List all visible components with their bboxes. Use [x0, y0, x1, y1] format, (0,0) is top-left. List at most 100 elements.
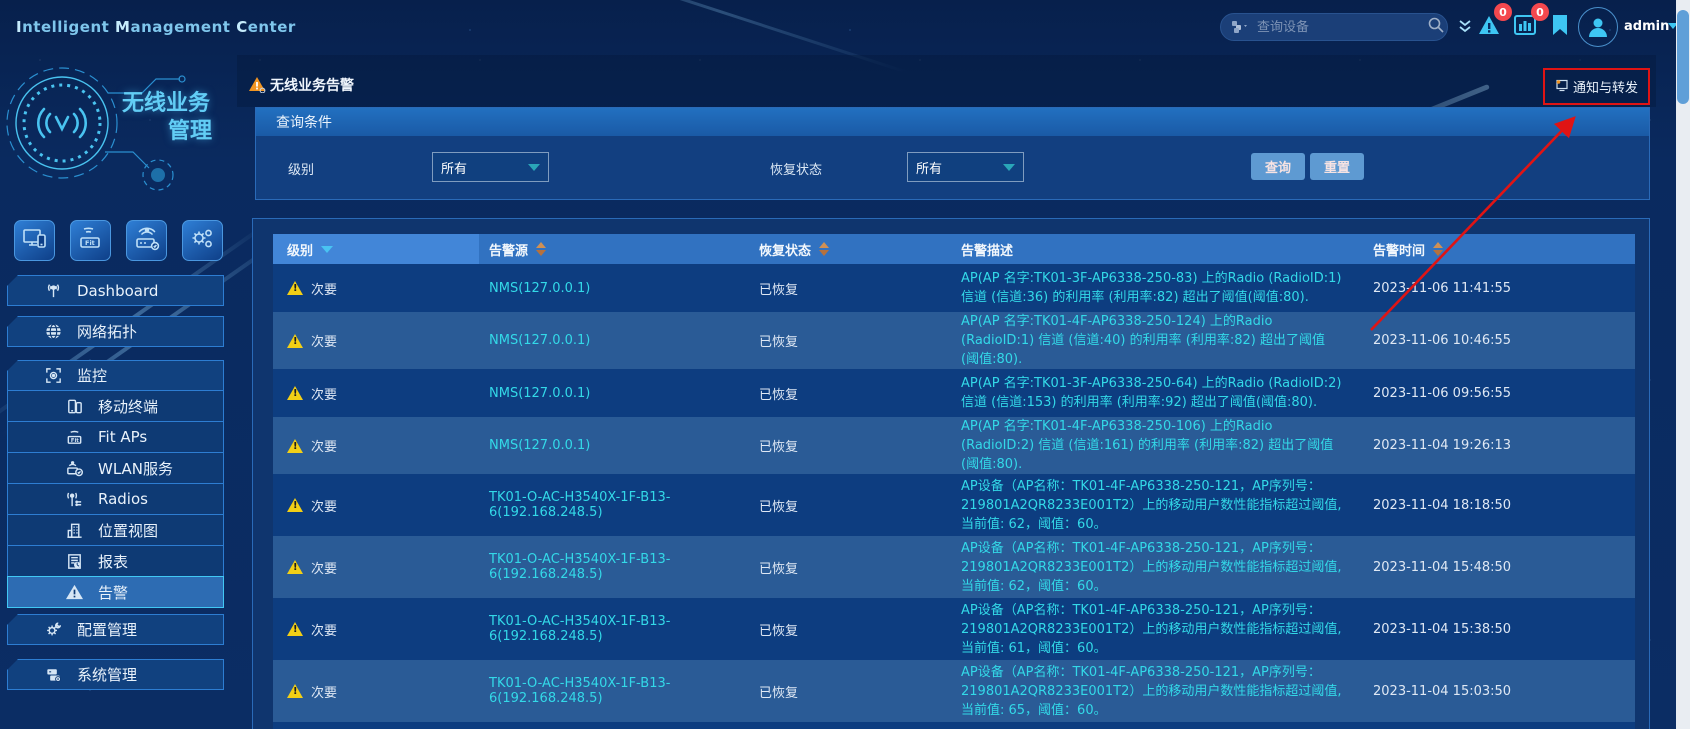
collapse-chevrons-icon[interactable] — [1457, 19, 1473, 39]
table-row: 次要 NMS(127.0.0.1) 已恢复 AP(AP 名字:TK01-4F-AP63… — [273, 417, 1635, 474]
cell-level: 次要 — [273, 264, 479, 312]
cell-recovery-status-text: 已恢复 — [759, 623, 799, 639]
cell-time: 2023-11-04 19:26:13 — [1361, 417, 1635, 474]
tile-terminal-devices-icon[interactable] — [14, 220, 55, 261]
sort-toggle-icon[interactable] — [1433, 242, 1444, 256]
cell-source-text[interactable]: NMS(127.0.0.1) — [489, 386, 590, 401]
cell-source-text[interactable]: TK01-O-AC-H3540X-1F-B13-6(192.168.248.5) — [489, 552, 751, 582]
level-text: 次要 — [311, 623, 338, 639]
cell-source-text[interactable]: TK01-O-AC-H3540X-1F-B13-6(192.168.248.5) — [489, 614, 751, 644]
sidebar-item-wlan服务[interactable]: WLAN服务 — [7, 452, 224, 484]
cell-recovery-status: 已恢复 — [751, 312, 956, 369]
sidebar-item-报表[interactable]: 报表 — [7, 545, 224, 577]
cell-description-text[interactable]: AP设备（AP名称：TK01-4F-AP6338-250-121，AP序列号：2… — [961, 477, 1343, 534]
minor-alarm-icon — [287, 498, 303, 512]
sidebar-item-网络拓扑[interactable]: 网络拓扑 — [7, 316, 224, 347]
sort-toggle-icon[interactable] — [536, 242, 547, 256]
cell-description-text[interactable]: AP设备（AP名称：TK01-4F-AP6338-250-121，AP序列号：2… — [961, 663, 1343, 720]
sidebar-item-label: 告警 — [98, 583, 129, 602]
search-icon[interactable] — [1427, 16, 1445, 38]
search-scope-icon[interactable] — [1231, 20, 1249, 34]
cell-time: 2023-11-04 15:38:50 — [1361, 598, 1635, 660]
cell-description-text[interactable]: AP(AP 名字:TK01-4F-AP6338-250-124) 上的Radio… — [961, 312, 1343, 369]
tile-fit-ap-tile-icon[interactable]: Fit — [70, 220, 111, 261]
location-view-icon — [64, 521, 84, 540]
column-header-label: 告警源 — [489, 243, 529, 259]
cell-level: 次要 — [273, 536, 479, 598]
admin-menu[interactable]: admin — [1624, 19, 1669, 34]
cell-description-text[interactable]: AP设备（AP名称：TK01-4F-AP6338-250-121，AP序列号：2… — [961, 539, 1343, 596]
sidebar-item-配置管理[interactable]: 配置管理 — [7, 614, 224, 645]
sidebar-item-label: 系统管理 — [77, 666, 138, 684]
cell-time: 2023-11-06 09:56:55 — [1361, 369, 1635, 417]
cell-source-text[interactable]: NMS(127.0.0.1) — [489, 281, 590, 296]
cell-source-text[interactable]: TK01-O-AC-H3540X-1F-B13-6(192.168.248.5) — [489, 490, 751, 520]
level-text: 次要 — [311, 685, 338, 701]
level-select[interactable]: 所有 — [432, 152, 549, 182]
minor-alarm-icon — [287, 622, 303, 636]
reset-button[interactable]: 重置 — [1310, 153, 1365, 180]
cell-time-text: 2023-11-06 09:56:55 — [1373, 385, 1512, 401]
cell-description-text[interactable]: AP(AP 名字:TK01-4F-AP6338-250-106) 上的Radio… — [961, 417, 1343, 474]
tile-wlan-device-tile-icon[interactable] — [126, 220, 167, 261]
table-row: 次要 NMS(127.0.0.1) 已恢复 AP(AP 名字:TK01-4F-AP63… — [273, 312, 1635, 369]
minor-alarm-icon — [287, 281, 303, 295]
cell-source-text[interactable]: TK01-O-AC-H3540X-1F-B13-6(192.168.248.5) — [489, 676, 751, 706]
report-icon — [64, 552, 84, 571]
tile-settings-gears-icon[interactable] — [182, 220, 223, 261]
sidebar-item-移动终端[interactable]: 移动终端 — [7, 390, 224, 422]
sidebar-item-radios[interactable]: Radios — [7, 483, 224, 515]
device-search[interactable] — [1220, 13, 1448, 41]
sidebar-item-系统管理[interactable]: 系统管理 — [7, 659, 224, 690]
brand-title: Intelligent Management Center — [16, 18, 296, 36]
level-text: 次要 — [311, 335, 338, 350]
cell-level: 次要 — [273, 417, 479, 474]
cell-source-text[interactable]: NMS(127.0.0.1) — [489, 438, 590, 453]
notify-forward-button[interactable]: 通知与转发 — [1543, 68, 1650, 105]
level-text: 次要 — [311, 561, 338, 577]
sort-toggle-icon[interactable] — [819, 242, 830, 256]
search-input[interactable] — [1257, 19, 1427, 35]
sidebar-item-位置视图[interactable]: 位置视图 — [7, 514, 224, 546]
cell-time-text: 2023-11-04 19:26:13 — [1373, 438, 1512, 453]
page-title-bar: 无线业务告警 通知与转发 — [237, 55, 1656, 107]
level-text: 次要 — [311, 282, 338, 298]
scrollbar-thumb[interactable] — [1677, 10, 1689, 104]
vertical-scrollbar[interactable] — [1676, 0, 1690, 729]
column-header-0[interactable]: 级别 — [273, 234, 479, 264]
performance-badge: 0 — [1531, 3, 1549, 21]
avatar[interactable] — [1578, 7, 1618, 47]
alarm-triangle-icon — [64, 583, 84, 601]
cell-description: AP设备（AP名称：TK01-4F-AP6338-250-121，AP序列号：2… — [956, 536, 1361, 598]
cell-source-text[interactable]: NMS(127.0.0.1) — [489, 333, 590, 348]
cell-recovery-status: 已恢复 — [751, 474, 956, 536]
column-header-4[interactable]: 告警时间 — [1361, 234, 1635, 264]
query-button[interactable]: 查询 — [1251, 153, 1306, 180]
chevron-down-icon — [528, 164, 540, 171]
column-header-2[interactable]: 恢复状态 — [751, 234, 956, 264]
radios-antenna-icon — [64, 490, 84, 509]
level-text: 次要 — [311, 387, 338, 403]
sidebar-item-fit-aps[interactable]: Fit Fit APs — [7, 421, 224, 453]
cell-description-text[interactable]: AP设备（AP名称：TK01-4F-AP6338-250-121，AP序列号：2… — [961, 601, 1343, 658]
sort-descending-icon[interactable] — [321, 245, 334, 253]
sidebar: 无线业务 管理 Fit Dashboard 网络拓扑 监控 移动终端 Fit Fit AP… — [0, 55, 269, 729]
table-row: 次要 NMS(127.0.0.1) 已恢复 AP(AP 名字:TK01-3F-AP63… — [273, 369, 1635, 417]
cell-recovery-status-text: 已恢复 — [759, 282, 799, 298]
cell-description: AP(AP 名字:TK01-4F-AP6338-250-106) 上的Radio… — [956, 417, 1361, 474]
notify-forward-label: 通知与转发 — [1572, 81, 1638, 96]
bookmark-icon[interactable] — [1551, 14, 1569, 40]
cell-description-text[interactable]: AP(AP 名字:TK01-3F-AP6338-250-83) 上的Radio … — [961, 269, 1343, 307]
alarm-table: 级别 告警源 恢复状态 告警描述 告警时间次要 NMS(127.0.0.1) 已恢复 AP(A… — [273, 234, 1635, 729]
sidebar-item-告警[interactable]: 告警 — [7, 576, 224, 608]
settings-gears-icon — [189, 225, 216, 256]
column-header-1[interactable]: 告警源 — [479, 234, 751, 264]
cell-description-text[interactable]: AP(AP 名字:TK01-3F-AP6338-250-64) 上的Radio … — [961, 374, 1343, 412]
cell-description: AP(AP 名字:TK01-4F-AP6338-250-124) 上的Radio… — [956, 312, 1361, 369]
sidebar-item-监控[interactable]: 监控 — [7, 360, 224, 391]
cell-recovery-status-text: 已恢复 — [759, 335, 799, 350]
sidebar-item-dashboard[interactable]: Dashboard — [7, 275, 224, 306]
cell-source: NMS(127.0.0.1) — [479, 369, 751, 417]
cell-description: AP设备（AP名称：TK01-4F-AP6338-250-121，AP序列号：2… — [956, 598, 1361, 660]
recovery-status-select[interactable]: 所有 — [907, 152, 1024, 182]
